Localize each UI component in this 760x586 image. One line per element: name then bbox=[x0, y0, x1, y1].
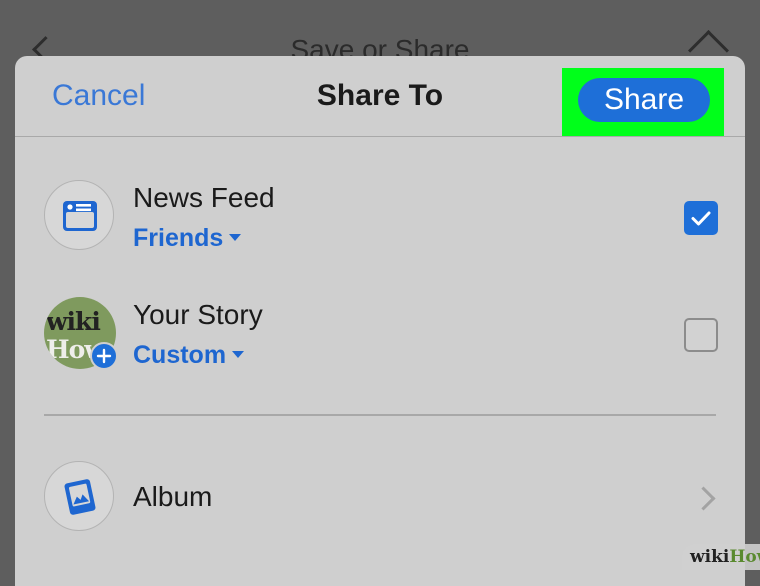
news-feed-label: News Feed bbox=[133, 182, 275, 213]
album-row[interactable]: Album bbox=[15, 461, 745, 533]
your-story-audience-dropdown[interactable]: Custom bbox=[133, 341, 245, 370]
caret-down-icon bbox=[232, 350, 245, 358]
share-highlight: Share bbox=[562, 68, 724, 136]
caret-down-icon bbox=[229, 233, 242, 241]
your-story-checkbox[interactable] bbox=[684, 318, 718, 352]
news-feed-checkbox[interactable] bbox=[684, 201, 718, 235]
album-icon bbox=[44, 461, 114, 531]
wikihow-watermark: wikiHow bbox=[682, 544, 760, 570]
your-story-label: Your Story bbox=[133, 299, 263, 330]
avatar-text-top: wiki bbox=[46, 307, 101, 336]
your-story-row[interactable]: wiki How Your Story Custom bbox=[15, 297, 745, 377]
share-button[interactable]: Share bbox=[578, 78, 710, 122]
plus-icon bbox=[90, 342, 118, 370]
album-label: Album bbox=[133, 481, 213, 512]
news-feed-row[interactable]: News Feed Friends bbox=[15, 180, 745, 260]
news-feed-audience-dropdown[interactable]: Friends bbox=[133, 224, 242, 253]
news-feed-audience-label: Friends bbox=[133, 224, 224, 252]
sheet-header: Cancel Share To Share bbox=[15, 56, 745, 137]
share-sheet: Cancel Share To Share News Feed Friends bbox=[15, 56, 745, 586]
your-story-audience-label: Custom bbox=[133, 341, 227, 369]
checkmark-icon bbox=[691, 211, 711, 226]
chevron-right-icon[interactable] bbox=[691, 486, 716, 511]
news-feed-icon bbox=[44, 180, 114, 250]
section-divider bbox=[44, 414, 716, 416]
